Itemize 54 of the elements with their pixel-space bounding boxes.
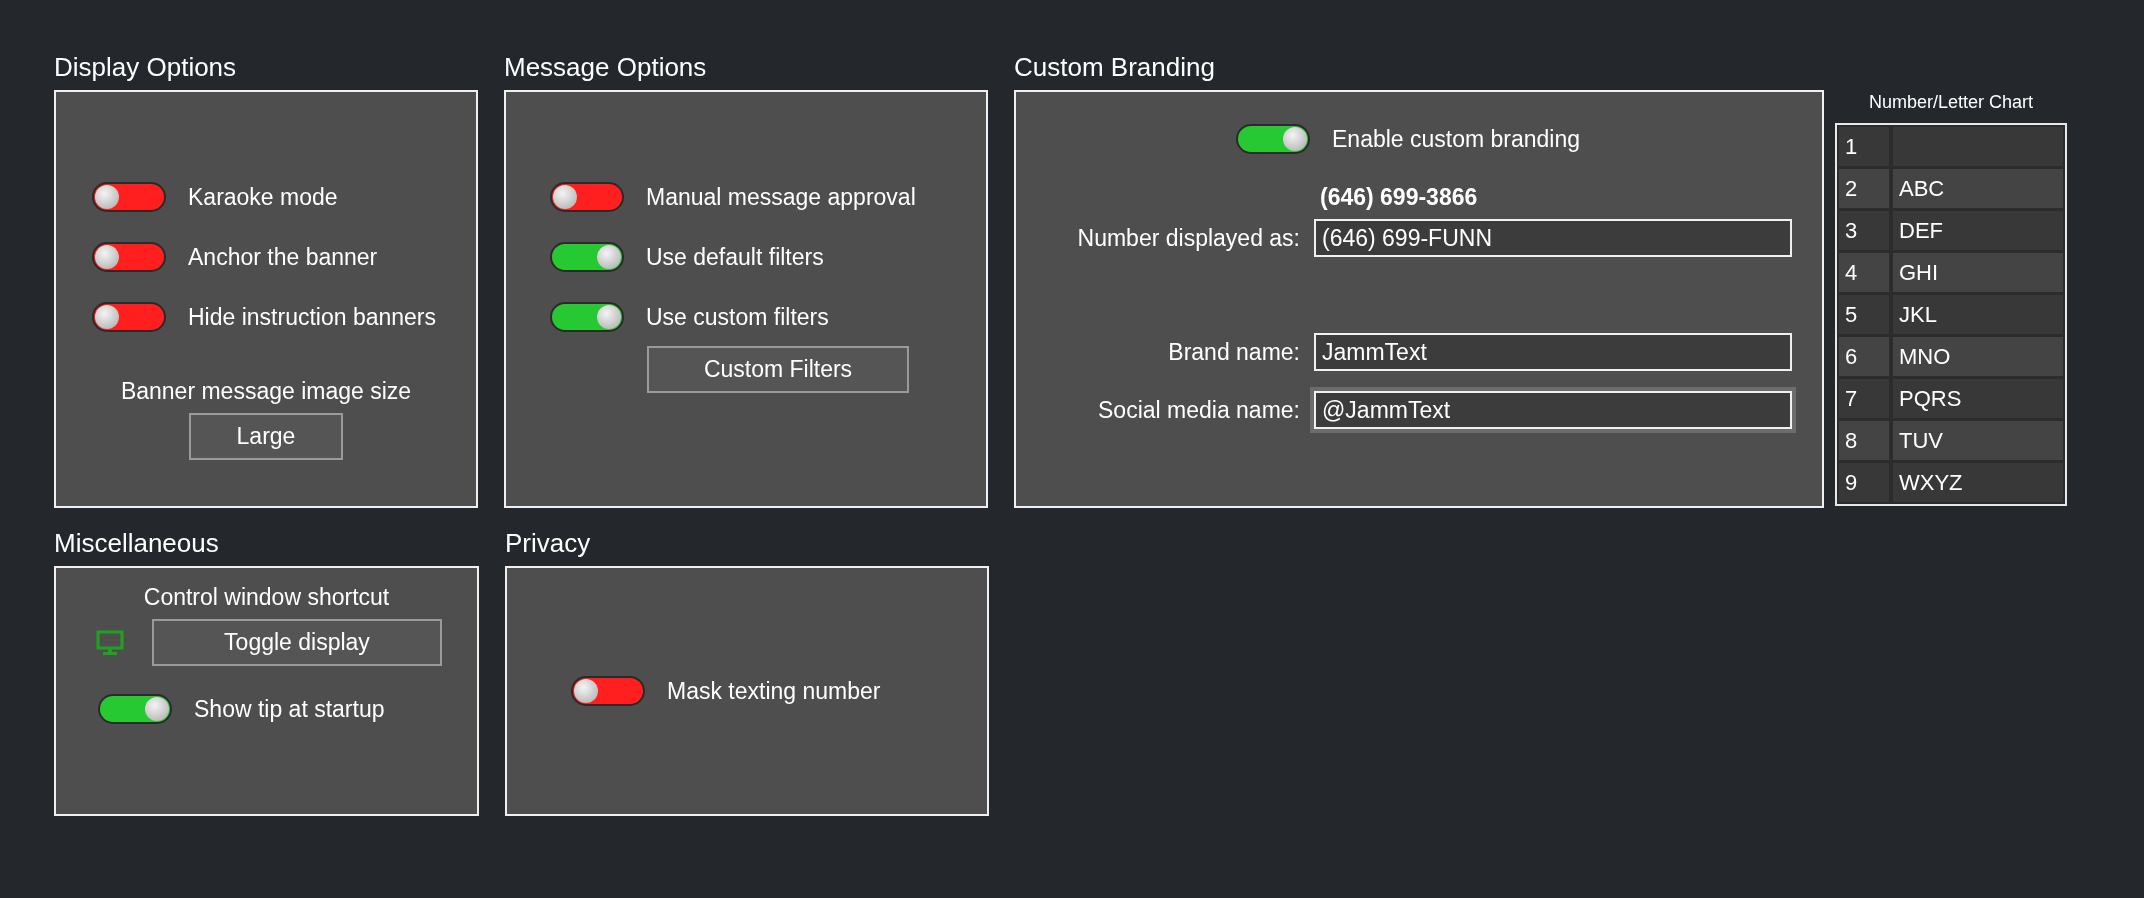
- section-title: Message Options: [504, 52, 708, 82]
- toggle-label: Show tip at startup: [194, 695, 385, 723]
- table-cell: 7: [1839, 379, 1889, 418]
- table-cell: JKL: [1893, 295, 2063, 334]
- table-cell: 8: [1839, 421, 1889, 460]
- table-cell: 6: [1839, 337, 1889, 376]
- table-cell: PQRS: [1893, 379, 2063, 418]
- section-title: Miscellaneous: [54, 528, 220, 558]
- table-cell: 2: [1839, 169, 1889, 208]
- field-label: Brand name:: [1167, 338, 1300, 366]
- toggle-label: Mask texting number: [667, 677, 881, 705]
- table-cell: 3: [1839, 211, 1889, 250]
- table-cell: 4: [1839, 253, 1889, 292]
- table-cell: 5: [1839, 295, 1889, 334]
- toggle-switch[interactable]: [550, 302, 624, 332]
- toggle-switch[interactable]: [550, 242, 624, 272]
- image-size-label: Banner message image size: [120, 378, 412, 405]
- toggle-label: Karaoke mode: [188, 183, 338, 211]
- table-cell: MNO: [1893, 337, 2063, 376]
- table-cell: TUV: [1893, 421, 2063, 460]
- toggle-display-button[interactable]: Toggle display: [152, 619, 442, 666]
- table-cell: ABC: [1893, 169, 2063, 208]
- toggle-switch[interactable]: [92, 242, 166, 272]
- toggle-switch[interactable]: [571, 676, 645, 706]
- toggle-switch[interactable]: [98, 694, 172, 724]
- toggle-label: Anchor the banner: [188, 243, 378, 271]
- image-size-button[interactable]: Large: [189, 413, 343, 460]
- toggle-label: Hide instruction banners: [188, 303, 437, 331]
- table-cell: DEF: [1893, 211, 2063, 250]
- table-cell: GHI: [1893, 253, 2063, 292]
- chart-title: Number/Letter Chart: [1868, 92, 2034, 113]
- text-field[interactable]: JammText: [1314, 333, 1792, 371]
- table-cell: 1: [1839, 127, 1889, 166]
- table-cell: WXYZ: [1893, 463, 2063, 502]
- shortcut-label: Control window shortcut: [143, 584, 390, 611]
- phone-number: (646) 699-3866: [1319, 184, 1479, 211]
- toggle-switch[interactable]: [550, 182, 624, 212]
- section-title: Privacy: [505, 528, 592, 558]
- section-title: Custom Branding: [1014, 52, 1216, 82]
- field-label: Number displayed as:: [1076, 224, 1300, 252]
- monitor-icon: [96, 629, 124, 656]
- toggle-label: Manual message approval: [646, 183, 916, 211]
- toggle-label: Enable custom branding: [1332, 125, 1581, 153]
- table-cell: 9: [1839, 463, 1889, 502]
- text-field[interactable]: (646) 699-FUNN: [1314, 219, 1792, 257]
- toggle-switch[interactable]: [92, 302, 166, 332]
- toggle-switch[interactable]: [1236, 124, 1310, 154]
- toggle-switch[interactable]: [92, 182, 166, 212]
- custom-filters-button[interactable]: Custom Filters: [647, 346, 909, 393]
- section-title: Display Options: [54, 52, 238, 82]
- toggle-label: Use default filters: [646, 243, 824, 271]
- text-field[interactable]: @JammText: [1314, 391, 1792, 429]
- toggle-label: Use custom filters: [646, 303, 829, 331]
- field-label: Social media name:: [1097, 396, 1300, 424]
